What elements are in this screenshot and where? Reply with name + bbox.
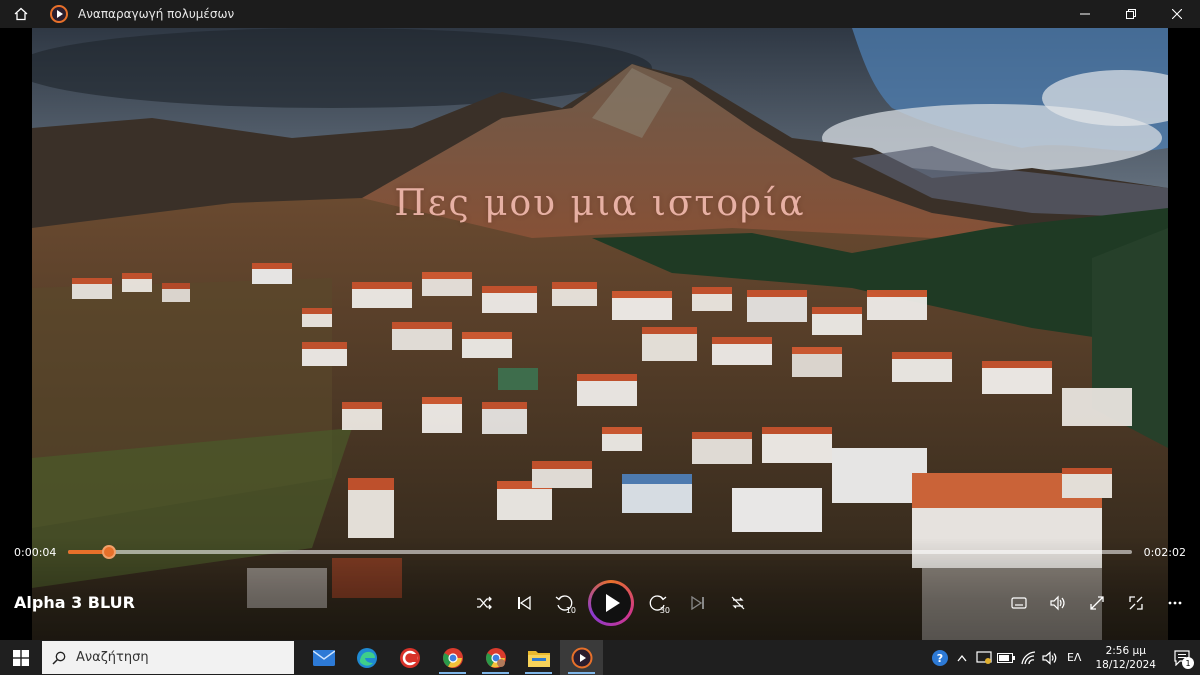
close-button[interactable] — [1154, 0, 1200, 28]
mail-icon — [312, 649, 335, 666]
clock-date: 18/12/2024 — [1095, 658, 1156, 671]
next-button[interactable] — [678, 581, 718, 625]
ccleaner-icon — [399, 647, 420, 668]
home-icon — [14, 7, 28, 21]
mini-player-button[interactable] — [1116, 585, 1155, 621]
notification-count-badge: 1 — [1182, 657, 1194, 669]
updates-tray-button[interactable] — [973, 640, 995, 675]
restore-icon — [1126, 9, 1136, 19]
mini-player-icon — [1128, 596, 1143, 610]
skip-back-seconds: 10 — [565, 606, 576, 615]
skip-forward-seconds: 30 — [659, 606, 670, 615]
wifi-tray-button[interactable] — [1017, 640, 1039, 675]
taskbar: Αναζήτηση ? ΕΛ 2:56 μμ 18/12/2024 1 — [0, 640, 1200, 675]
video-caption: Πες μου μια ιστορία — [394, 183, 806, 224]
system-tray: ? ΕΛ 2:56 μμ 18/12/2024 1 — [929, 640, 1200, 675]
minimize-icon — [1080, 13, 1090, 15]
repeat-button[interactable] — [718, 581, 758, 625]
search-icon — [52, 651, 66, 665]
taskbar-mail[interactable] — [302, 640, 345, 675]
skip-forward-button[interactable]: 30 — [638, 581, 678, 625]
chrome-profile-icon — [485, 647, 506, 668]
skip-next-icon — [691, 596, 704, 610]
search-placeholder: Αναζήτηση — [76, 650, 149, 665]
chrome-icon — [442, 647, 463, 668]
title-bar: Αναπαραγωγή πολυμέσων — [0, 0, 1200, 28]
more-options-button[interactable] — [1155, 585, 1194, 621]
volume-tray-button[interactable] — [1039, 640, 1061, 675]
battery-tray-button[interactable] — [995, 640, 1017, 675]
pinned-apps — [302, 640, 603, 675]
secondary-controls — [999, 585, 1194, 621]
minimize-button[interactable] — [1062, 0, 1108, 28]
seek-bar[interactable] — [68, 545, 1132, 559]
media-player-icon — [571, 647, 592, 668]
taskbar-chrome-profile[interactable] — [474, 640, 517, 675]
taskbar-edge[interactable] — [345, 640, 388, 675]
skip-previous-icon — [518, 596, 531, 610]
media-title: Alpha 3 BLUR — [14, 593, 135, 612]
volume-icon — [1049, 595, 1065, 611]
battery-icon — [996, 652, 1015, 663]
previous-button[interactable] — [504, 581, 544, 625]
speaker-icon — [1042, 650, 1057, 665]
playback-controls: 10 30 — [464, 580, 758, 626]
taskbar-clock[interactable]: 2:56 μμ 18/12/2024 — [1095, 644, 1156, 672]
subtitles-button[interactable] — [999, 585, 1038, 621]
total-duration: 0:02:02 — [1143, 546, 1186, 559]
start-button[interactable] — [0, 640, 42, 675]
taskbar-file-explorer[interactable] — [517, 640, 560, 675]
clock-time: 2:56 μμ — [1105, 644, 1146, 657]
taskbar-media-player[interactable] — [560, 640, 603, 675]
notifications-button[interactable]: 1 — [1164, 640, 1200, 675]
update-notification-icon — [976, 650, 992, 664]
shuffle-icon — [477, 596, 492, 610]
volume-button[interactable] — [1038, 585, 1077, 621]
taskbar-search-box[interactable]: Αναζήτηση — [42, 641, 294, 674]
media-player-window: Αναπαραγωγή πολυμέσων Πες μου μια ιστορί… — [0, 0, 1200, 640]
taskbar-ccleaner[interactable] — [388, 640, 431, 675]
input-language[interactable]: ΕΛ — [1067, 651, 1081, 664]
subtitles-icon — [1010, 597, 1027, 609]
edge-icon — [356, 647, 377, 668]
restore-button[interactable] — [1108, 0, 1154, 28]
shuffle-button[interactable] — [464, 581, 504, 625]
svg-text:?: ? — [937, 652, 943, 665]
file-explorer-icon — [527, 650, 550, 667]
fullscreen-icon — [1089, 596, 1104, 610]
chevron-up-icon — [957, 654, 967, 661]
repeat-off-icon — [731, 596, 745, 610]
show-hidden-icons-button[interactable] — [951, 640, 973, 675]
play-icon — [606, 594, 620, 612]
elapsed-time: 0:00:04 — [14, 546, 57, 559]
wifi-icon — [1021, 650, 1036, 664]
taskbar-chrome[interactable] — [431, 640, 474, 675]
windows-logo-icon — [13, 649, 29, 666]
play-button[interactable] — [588, 580, 634, 626]
close-icon — [1172, 9, 1182, 19]
app-logo-icon — [50, 5, 68, 23]
skip-back-button[interactable]: 10 — [544, 581, 584, 625]
home-button[interactable] — [0, 0, 42, 28]
help-icon: ? — [931, 649, 948, 666]
more-icon — [1168, 601, 1181, 605]
fullscreen-button[interactable] — [1077, 585, 1116, 621]
help-tray-button[interactable]: ? — [929, 640, 951, 675]
window-title: Αναπαραγωγή πολυμέσων — [78, 7, 235, 21]
